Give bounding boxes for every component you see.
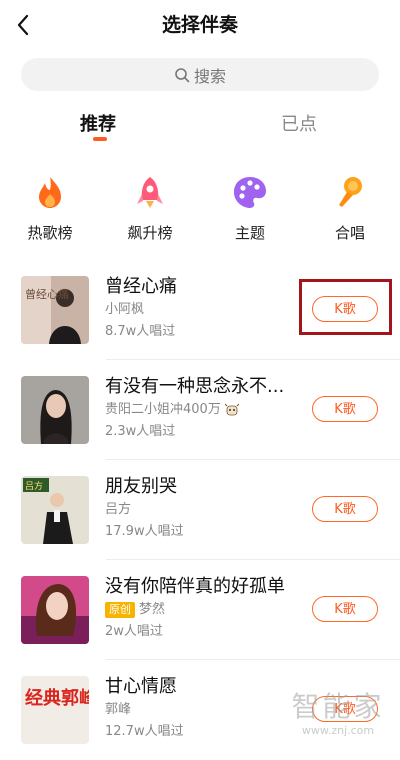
song-artist: 郭峰 (105, 702, 132, 717)
search-icon (175, 67, 190, 82)
cow-emoji-icon (224, 403, 239, 416)
original-badge: 原创 (105, 602, 135, 618)
song-plays: 2.3w人唱过 (105, 424, 176, 439)
category-label: 飙升榜 (127, 224, 173, 242)
song-artist: 贵阳二小姐冲400万 (105, 401, 239, 419)
song-title: 甘心情愿 (105, 676, 177, 697)
category-label: 主题 (234, 224, 265, 242)
watermark: 智能家 www.znj.com (291, 690, 385, 737)
list-item[interactable]: 吕方 朋友别哭 吕方 17.9w人唱过 K歌 (0, 460, 400, 560)
song-artist: 原创 梦然 (105, 601, 165, 619)
flame-icon (39, 177, 61, 208)
rocket-icon (137, 177, 163, 208)
search-input[interactable]: 搜索 (21, 58, 379, 91)
song-artist: 小阿枫 (105, 302, 145, 317)
cover-text: 经典郭峰 (25, 687, 89, 709)
tab-selected[interactable]: 已点 (281, 110, 317, 140)
tab-recommend[interactable]: 推荐 (80, 110, 116, 140)
category-label: 热歌榜 (27, 224, 73, 242)
search-placeholder: 搜索 (193, 66, 226, 86)
category-chorus[interactable]: 合唱 (310, 172, 390, 243)
song-cover: 曾经心痛 (21, 276, 89, 344)
song-cover (21, 376, 89, 444)
top-bar: 选择伴奏 (0, 0, 400, 52)
song-title: 没有你陪伴真的好孤单 (105, 576, 285, 597)
song-plays: 8.7w人唱过 (105, 324, 176, 339)
palette-icon (234, 177, 266, 208)
list-item[interactable]: 有没有一种思念永不... 贵阳二小姐冲400万 2.3w人唱过 K歌 (0, 360, 400, 460)
karaoke-button[interactable]: K歌 (312, 396, 378, 422)
category-theme[interactable]: 主题 (210, 172, 290, 243)
song-plays: 17.9w人唱过 (105, 524, 184, 539)
highlight-box (299, 279, 392, 335)
karaoke-button[interactable]: K歌 (312, 596, 378, 622)
song-title: 朋友别哭 (105, 476, 177, 497)
category-label: 合唱 (334, 224, 365, 242)
song-plays: 2w人唱过 (105, 624, 163, 639)
song-artist: 吕方 (105, 502, 132, 517)
category-hot-chart[interactable]: 热歌榜 (10, 172, 90, 243)
page-title: 选择伴奏 (161, 14, 238, 36)
song-title: 曾经心痛 (105, 276, 177, 297)
song-cover (21, 576, 89, 644)
category-rising-chart[interactable]: 飙升榜 (110, 172, 190, 243)
song-cover: 经典郭峰 (21, 676, 89, 744)
list-item[interactable]: 没有你陪伴真的好孤单 原创 梦然 2w人唱过 K歌 (0, 560, 400, 660)
song-cover: 吕方 (21, 476, 89, 544)
song-title: 有没有一种思念永不... (105, 376, 285, 397)
tab-active-indicator (93, 137, 107, 141)
cover-text: 吕方 (25, 480, 43, 492)
microphone-icon (339, 177, 362, 207)
song-plays: 12.7w人唱过 (105, 724, 184, 739)
karaoke-button[interactable]: K歌 (312, 496, 378, 522)
cover-text: 曾经心痛 (25, 287, 69, 301)
